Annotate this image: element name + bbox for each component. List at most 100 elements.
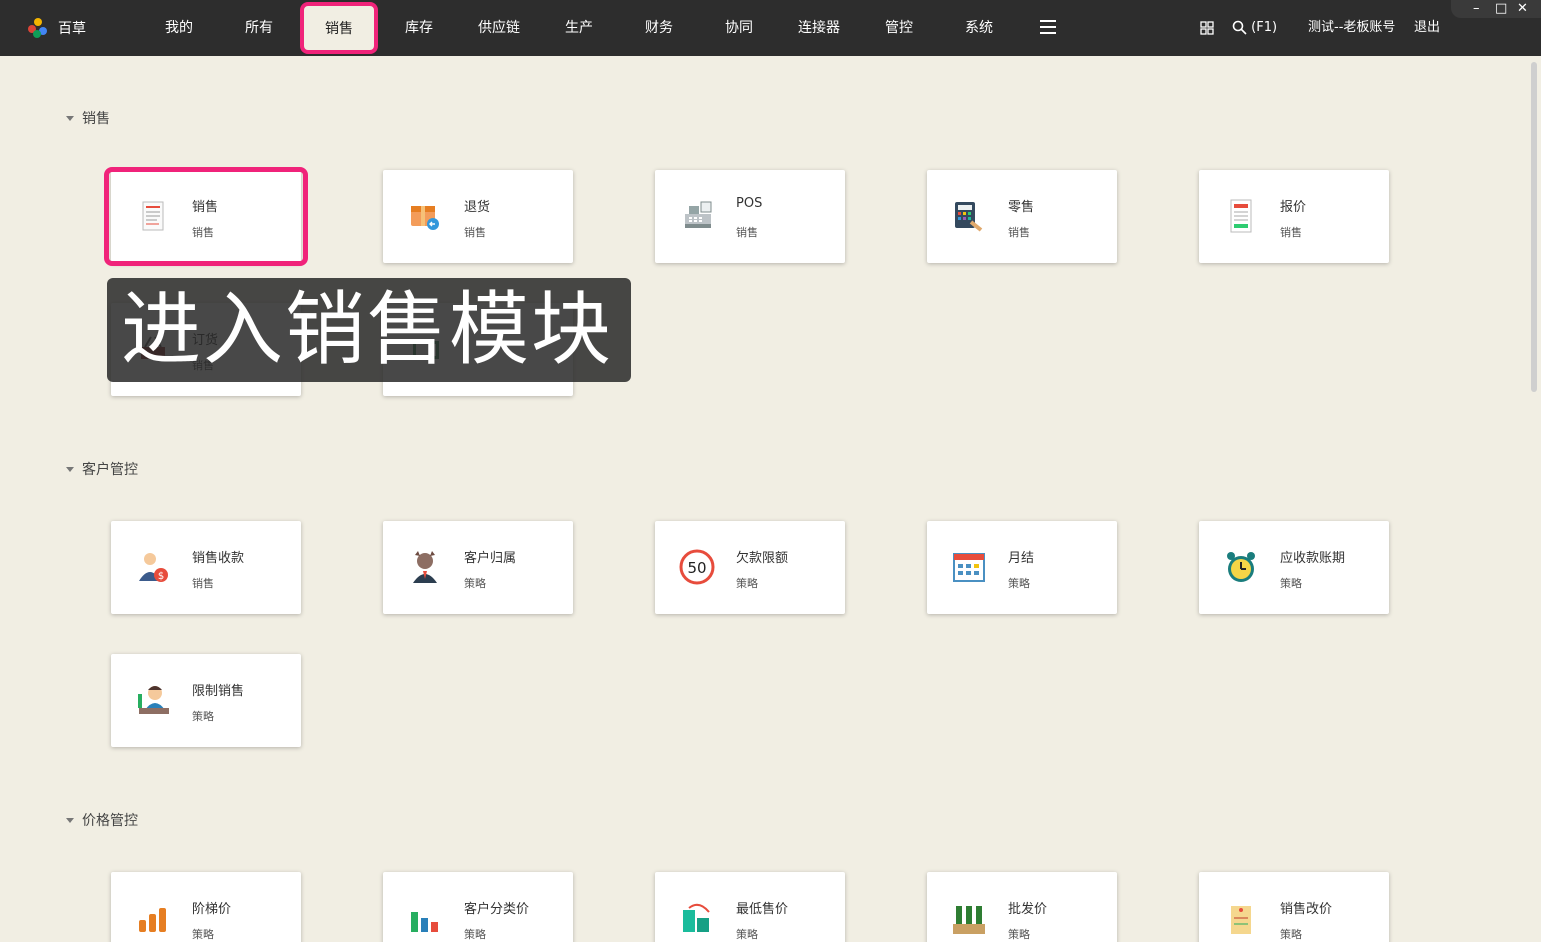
card-subtitle: 策略	[192, 710, 214, 723]
nav-all[interactable]: 所有	[230, 0, 288, 56]
window-controls: – □ ✕	[1451, 0, 1541, 18]
search-button[interactable]: (F1)	[1232, 0, 1277, 56]
top-nav-bar: 百草 我的 所有 销售 库存 供应链 生产 财务 协同 连接器 管控 系统 (F…	[0, 0, 1541, 56]
card-subtitle: 策略	[736, 577, 758, 590]
vertical-scrollbar[interactable]	[1531, 62, 1537, 392]
return-box-icon	[411, 206, 439, 230]
card-retail[interactable]: 零售 销售	[927, 170, 1117, 263]
card-subtitle: 策略	[1008, 577, 1030, 590]
brand[interactable]: 百草	[28, 18, 86, 38]
nav-production[interactable]: 生产	[550, 0, 608, 56]
card-min-price[interactable]: 最低售价 策略	[655, 872, 845, 942]
speed-limit-icon: 50	[679, 549, 715, 585]
section-sales-header[interactable]: 销售	[66, 108, 110, 128]
card-tier-price[interactable]: 阶梯价 策略	[111, 872, 301, 942]
bottle-crate-icon	[953, 906, 985, 934]
card-title: POS	[736, 196, 763, 211]
card-title: 客户分类价	[464, 902, 530, 917]
section-title: 客户管控	[82, 462, 138, 478]
card-title: 销售改价	[1280, 902, 1333, 917]
card-title: 客户归属	[464, 551, 517, 566]
card-restrict-sales[interactable]: 限制销售 策略	[111, 654, 301, 747]
card-title: 零售	[1008, 200, 1035, 215]
card-subtitle: 策略	[736, 928, 758, 941]
highlight-frame	[104, 167, 308, 266]
money-stack-icon	[683, 903, 710, 932]
section-title: 价格管控	[82, 813, 138, 829]
card-pos[interactable]: POS 销售	[655, 170, 845, 263]
nav-my[interactable]: 我的	[150, 0, 208, 56]
nav-inventory[interactable]: 库存	[390, 0, 448, 56]
close-icon[interactable]: ✕	[1517, 1, 1528, 17]
nav-finance[interactable]: 财务	[630, 0, 688, 56]
card-title: 销售收款	[192, 551, 245, 566]
price-tag-icon	[1231, 906, 1251, 934]
nav-connector[interactable]: 连接器	[788, 0, 850, 56]
card-subtitle: 销售	[464, 226, 486, 239]
svg-text:$: $	[158, 571, 164, 582]
card-subtitle: 策略	[464, 577, 486, 590]
card-sales-receipt[interactable]: $ 销售收款 销售	[111, 521, 301, 614]
alarm-clock-icon	[1227, 552, 1255, 582]
card-subtitle: 策略	[1280, 928, 1302, 941]
card-title: 最低售价	[736, 902, 789, 917]
account-name[interactable]: 测试--老板账号	[1308, 0, 1395, 56]
card-credit-limit[interactable]: 50 欠款限额 策略	[655, 521, 845, 614]
card-title: 阶梯价	[192, 902, 232, 917]
app-logo-icon	[28, 18, 48, 38]
section-title: 销售	[82, 111, 110, 127]
shopkeeper-icon	[138, 686, 169, 714]
nav-collab[interactable]: 协同	[710, 0, 768, 56]
card-title: 限制销售	[192, 684, 245, 699]
section-price-header[interactable]: 价格管控	[66, 810, 138, 830]
calendar-icon	[953, 553, 985, 582]
card-subtitle: 销售	[736, 226, 758, 239]
card-title: 应收款账期	[1280, 551, 1346, 566]
search-shortcut: (F1)	[1251, 20, 1278, 35]
card-subtitle: 策略	[192, 928, 214, 941]
caption-overlay: 进入销售模块	[107, 278, 631, 382]
brand-name: 百草	[58, 21, 86, 37]
card-customer-class-price[interactable]: 客户分类价 策略	[383, 872, 573, 942]
card-subtitle: 销售	[192, 577, 214, 590]
nav-sales[interactable]: 销售	[300, 2, 378, 54]
nav-system[interactable]: 系统	[950, 0, 1008, 56]
bottles-icon	[139, 908, 166, 932]
card-ar-term[interactable]: 应收款账期 策略	[1199, 521, 1389, 614]
section-customer-header[interactable]: 客户管控	[66, 459, 138, 479]
businessman-cat-icon	[413, 551, 437, 583]
card-quote[interactable]: 报价 销售	[1199, 170, 1389, 263]
card-subtitle: 策略	[1008, 928, 1030, 941]
nav-supply-chain[interactable]: 供应链	[468, 0, 530, 56]
card-wholesale-price[interactable]: 批发价 策略	[927, 872, 1117, 942]
collapse-caret-icon	[66, 817, 74, 823]
card-title: 欠款限额	[736, 551, 789, 566]
card-subtitle: 销售	[1008, 226, 1030, 239]
minimize-icon[interactable]: –	[1473, 1, 1480, 17]
card-return[interactable]: 退货 销售	[383, 170, 573, 263]
person-money-icon: $	[139, 553, 168, 582]
collapse-caret-icon	[66, 466, 74, 472]
card-subtitle: 销售	[1280, 226, 1302, 239]
card-monthly[interactable]: 月结 策略	[927, 521, 1117, 614]
card-subtitle: 策略	[464, 928, 486, 941]
collapse-caret-icon	[66, 115, 74, 121]
svg-text:50: 50	[687, 559, 706, 577]
people-bars-icon	[411, 912, 438, 932]
search-icon	[1232, 20, 1247, 35]
card-title: 报价	[1280, 200, 1307, 215]
card-subtitle: 策略	[1280, 577, 1302, 590]
grid-icon[interactable]	[1200, 0, 1214, 56]
card-sales-price-change[interactable]: 销售改价 策略	[1199, 872, 1389, 942]
logout-link[interactable]: 退出	[1414, 0, 1440, 56]
menu-icon[interactable]	[1040, 20, 1056, 34]
card-title: 退货	[464, 200, 491, 215]
card-title: 月结	[1008, 551, 1035, 566]
calculator-icon	[955, 202, 983, 232]
nav-control[interactable]: 管控	[870, 0, 928, 56]
cash-register-icon	[685, 201, 712, 228]
quote-sheet-icon	[1230, 199, 1252, 233]
card-title: 批发价	[1008, 902, 1048, 917]
card-customer-owner[interactable]: 客户归属 策略	[383, 521, 573, 614]
maximize-icon[interactable]: □	[1495, 1, 1507, 17]
